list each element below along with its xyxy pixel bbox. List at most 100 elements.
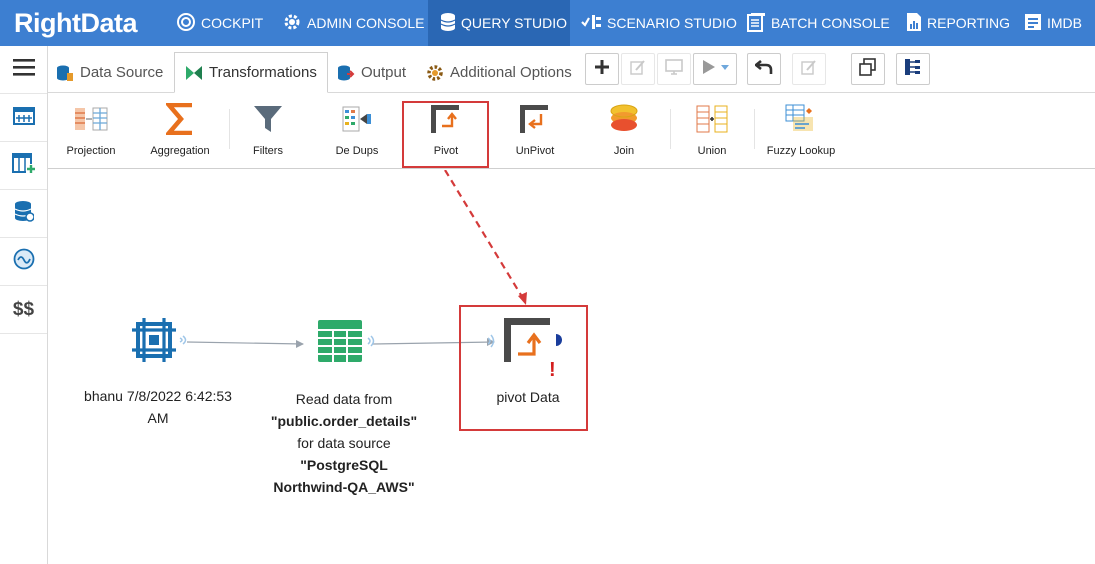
pivot-highlight-box bbox=[402, 101, 489, 168]
undo-button[interactable] bbox=[747, 53, 781, 85]
join-button[interactable]: Join bbox=[581, 99, 667, 165]
preview-button[interactable] bbox=[657, 53, 691, 85]
dedups-icon bbox=[342, 99, 372, 139]
hamburger-icon bbox=[12, 58, 35, 81]
tab-data-source-label: Data Source bbox=[80, 64, 164, 81]
nav-cockpit[interactable]: COCKPIT bbox=[176, 0, 263, 46]
fuzzy-lookup-label: Fuzzy Lookup bbox=[766, 145, 836, 157]
nav-admin-console[interactable]: ADMIN CONSOLE bbox=[282, 0, 424, 46]
unpivot-button[interactable]: UnPivot bbox=[492, 99, 578, 165]
read-data-node-icon[interactable] bbox=[318, 320, 380, 371]
edit-icon bbox=[801, 59, 817, 80]
sidebar-item-database[interactable] bbox=[0, 190, 47, 238]
funnel-icon bbox=[253, 99, 283, 139]
union-label: Union bbox=[697, 145, 727, 157]
filters-button[interactable]: Filters bbox=[225, 99, 311, 165]
database-icon bbox=[440, 12, 456, 35]
copy-icon bbox=[859, 57, 877, 81]
nav-imdb[interactable]: IMDB bbox=[1024, 0, 1082, 46]
layout-button[interactable] bbox=[896, 53, 930, 85]
sidebar-item-add-table[interactable] bbox=[0, 142, 47, 190]
database-icon bbox=[14, 200, 35, 227]
plus-icon bbox=[594, 59, 610, 80]
read-data-line: for data source bbox=[297, 435, 391, 451]
transform-icon bbox=[185, 65, 203, 81]
table-add-icon bbox=[11, 152, 36, 179]
fuzzy-lookup-button[interactable]: Fuzzy Lookup bbox=[758, 99, 844, 165]
nav-query-studio[interactable]: QUERY STUDIO bbox=[428, 0, 570, 46]
read-data-source-name: "PostgreSQL bbox=[300, 457, 388, 473]
compare-icon bbox=[13, 248, 35, 275]
nav-scenario-studio[interactable]: SCENARIO STUDIO bbox=[580, 0, 737, 46]
tab-output-label: Output bbox=[361, 64, 407, 81]
connector-line bbox=[186, 341, 304, 345]
nav-admin-console-label: ADMIN CONSOLE bbox=[307, 15, 425, 31]
pivot-node-icon[interactable] bbox=[487, 318, 568, 371]
nav-reporting[interactable]: REPORTING bbox=[906, 0, 1010, 46]
projection-button[interactable]: Projection bbox=[48, 99, 134, 165]
read-data-table-name: "public.order_details" bbox=[270, 413, 418, 429]
projection-icon bbox=[74, 99, 108, 139]
pivot-node-label: pivot Data bbox=[496, 389, 560, 405]
monitor-icon bbox=[665, 58, 683, 80]
tab-bar: Data Source Transformations Output Addit… bbox=[48, 46, 1095, 93]
tab-transformations[interactable]: Transformations bbox=[174, 52, 328, 93]
union-button[interactable]: Union bbox=[669, 99, 755, 165]
nav-cockpit-label: COCKPIT bbox=[201, 15, 264, 31]
projection-label: Projection bbox=[66, 145, 116, 157]
nav-reporting-label: REPORTING bbox=[927, 15, 1010, 31]
fuzzy-lookup-icon bbox=[785, 99, 817, 139]
rightdata-logo[interactable]: RightData bbox=[14, 6, 138, 40]
drag-arrow-line bbox=[444, 170, 525, 301]
transformations-ribbon: Projection Aggregation Filters De Dups P… bbox=[48, 93, 1095, 169]
undo-icon bbox=[753, 59, 773, 80]
copy-button[interactable] bbox=[851, 53, 885, 85]
report-icon bbox=[906, 12, 922, 35]
ribbon-divider bbox=[754, 109, 755, 149]
nav-imdb-label: IMDB bbox=[1047, 15, 1082, 31]
join-label: Join bbox=[613, 145, 635, 157]
unpivot-label: UnPivot bbox=[515, 145, 555, 157]
source-node-icon[interactable] bbox=[132, 318, 188, 371]
tab-transformations-label: Transformations bbox=[209, 64, 317, 81]
menu-toggle-button[interactable] bbox=[0, 46, 47, 94]
filters-label: Filters bbox=[253, 145, 283, 157]
imdb-icon bbox=[1024, 12, 1042, 35]
source-node-line: AM bbox=[147, 410, 169, 426]
union-icon bbox=[696, 99, 728, 139]
source-node-line: bhanu 7/8/2022 6:42:53 bbox=[84, 388, 232, 404]
calendar-icon bbox=[12, 105, 35, 130]
nav-scenario-studio-label: SCENARIO STUDIO bbox=[607, 15, 737, 31]
dedups-label: De Dups bbox=[335, 145, 379, 157]
sidebar-item-dollar[interactable]: $$ bbox=[0, 286, 47, 334]
nav-query-studio-label: QUERY STUDIO bbox=[461, 15, 568, 31]
read-data-line: Read data from bbox=[295, 391, 393, 407]
top-navigation-bar: RightData COCKPIT ADMIN CONSOLE QUERY ST… bbox=[0, 0, 1095, 46]
aggregation-label: Aggregation bbox=[150, 145, 210, 157]
left-sidebar: $$ bbox=[0, 46, 48, 564]
run-button[interactable] bbox=[693, 53, 737, 85]
hierarchy-icon bbox=[904, 58, 922, 81]
sigma-icon bbox=[166, 99, 194, 139]
notes-button[interactable] bbox=[792, 53, 826, 85]
join-icon bbox=[609, 99, 639, 139]
workflow-canvas[interactable]: bhanu 7/8/2022 6:42:53 AM Read data from… bbox=[48, 170, 1095, 564]
sidebar-item-calendar[interactable] bbox=[0, 94, 47, 142]
aggregation-button[interactable]: Aggregation bbox=[137, 99, 223, 165]
nav-batch-console-label: BATCH CONSOLE bbox=[771, 15, 890, 31]
edit-icon bbox=[630, 59, 646, 80]
warning-indicator: ! bbox=[549, 359, 556, 381]
read-data-node-label: Read data from "public.order_details" fo… bbox=[238, 388, 450, 498]
nav-batch-console[interactable]: BATCH CONSOLE bbox=[746, 0, 890, 46]
tab-output[interactable]: Output bbox=[337, 52, 406, 93]
sidebar-item-compare[interactable] bbox=[0, 238, 47, 286]
tab-additional-options[interactable]: Additional Options bbox=[426, 52, 572, 93]
data-source-icon bbox=[56, 64, 74, 82]
cockpit-icon bbox=[176, 12, 196, 35]
play-icon bbox=[700, 59, 730, 80]
gear-icon bbox=[282, 12, 302, 35]
edit-button[interactable] bbox=[621, 53, 655, 85]
add-button[interactable] bbox=[585, 53, 619, 85]
tab-data-source[interactable]: Data Source bbox=[56, 52, 163, 93]
dedups-button[interactable]: De Dups bbox=[314, 99, 400, 165]
